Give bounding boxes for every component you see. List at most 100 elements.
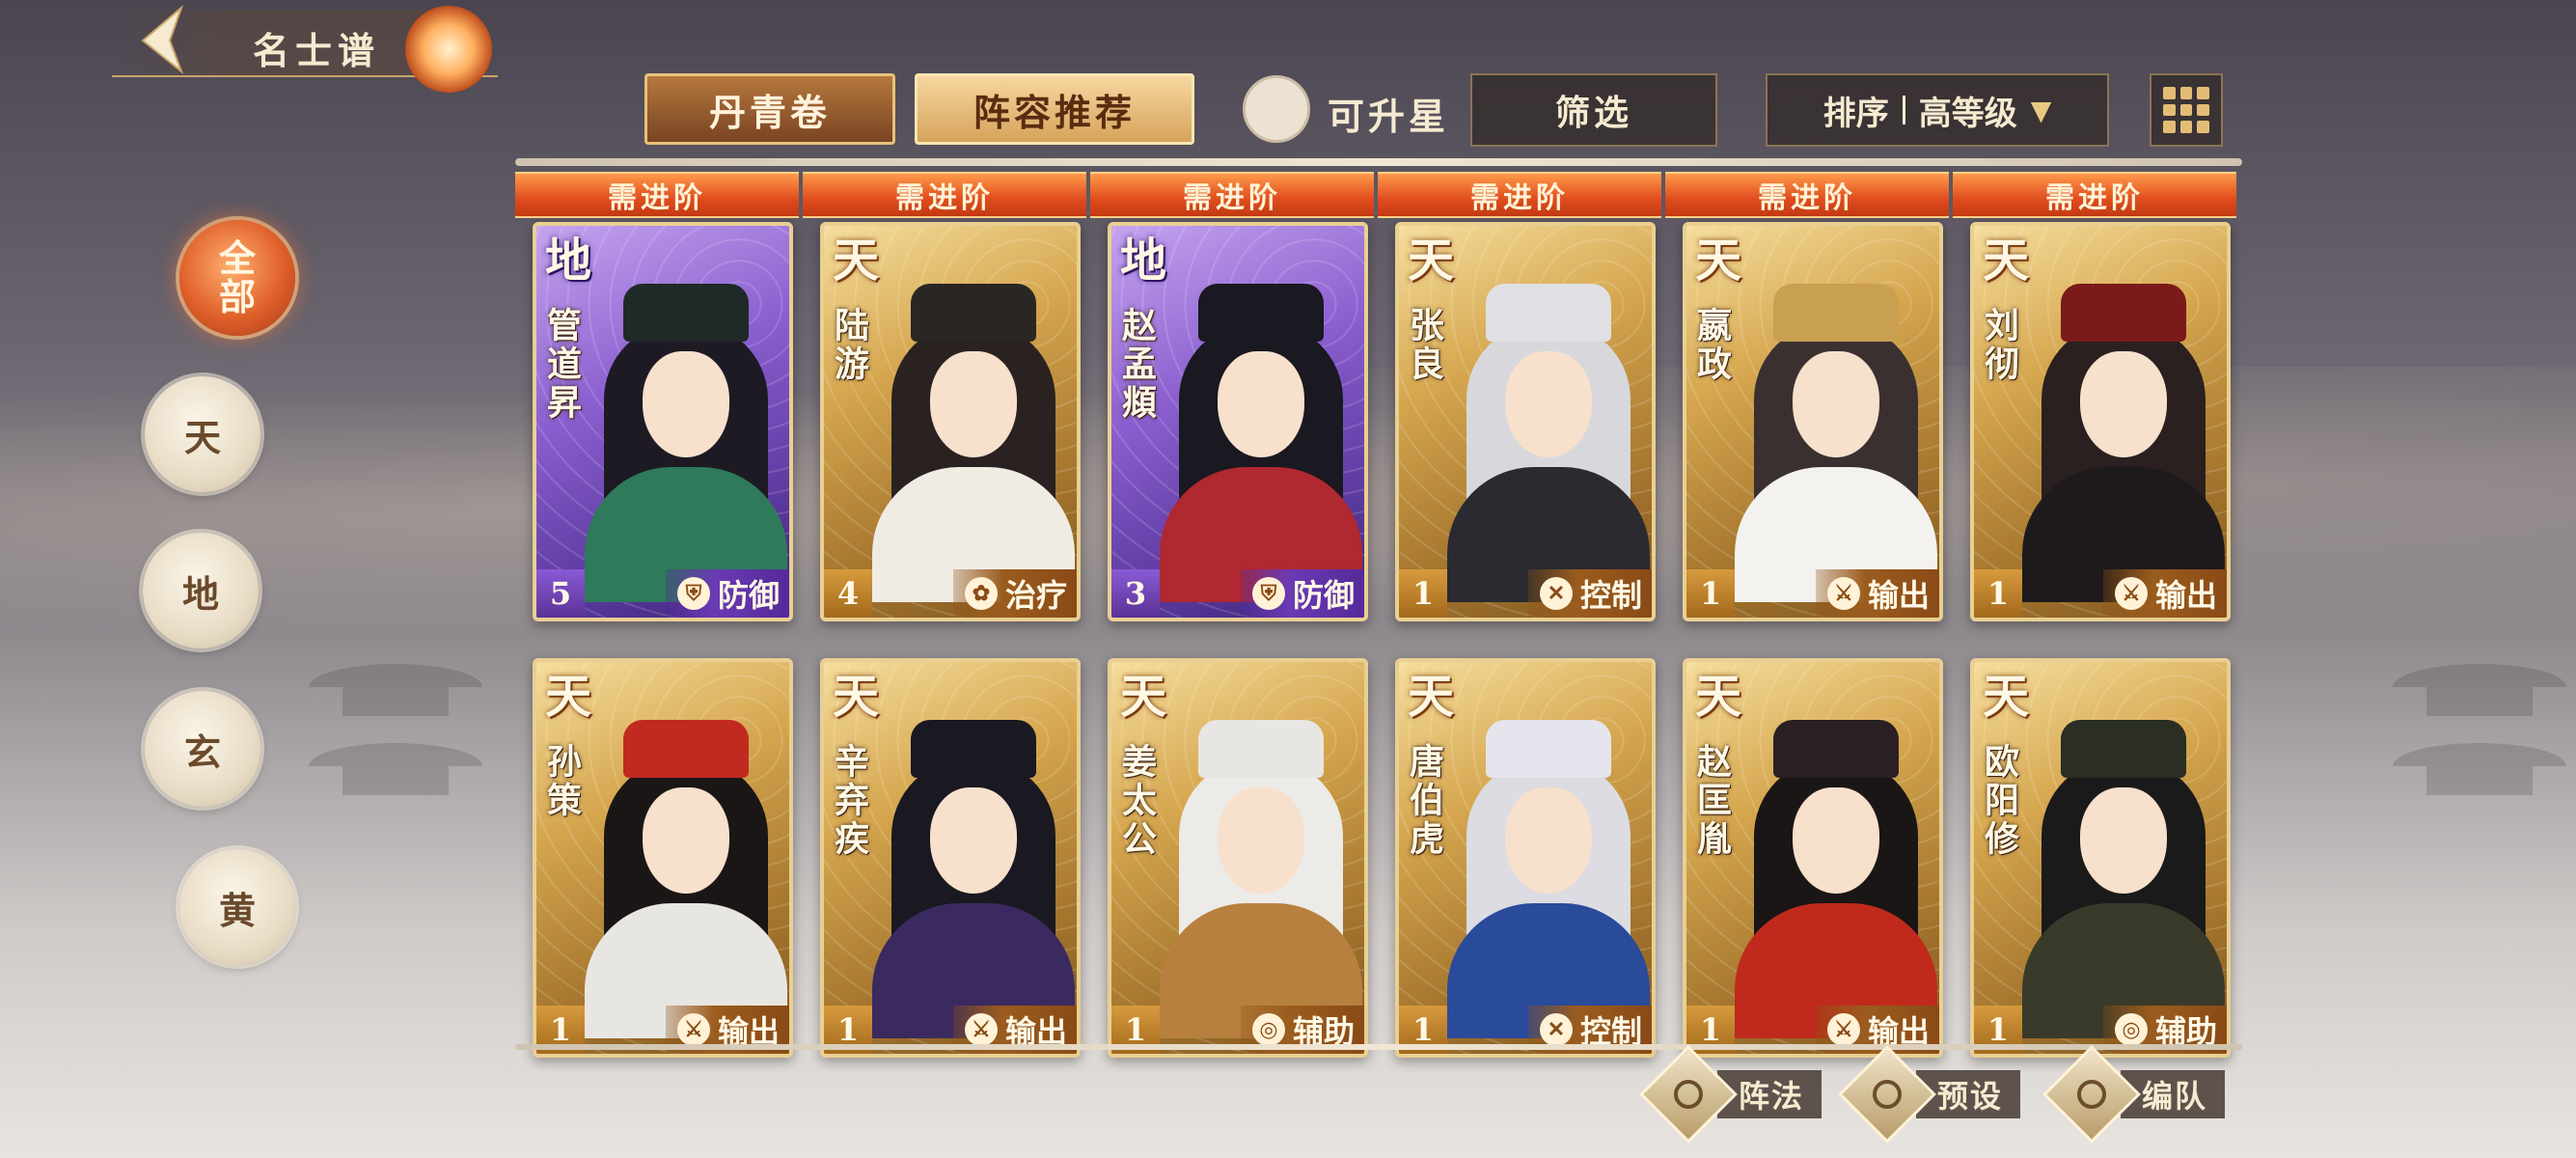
cross-swords-icon: ✕ xyxy=(1539,1013,1573,1046)
hero-portrait xyxy=(1447,284,1650,602)
sprout-icon: ✿ xyxy=(964,577,998,610)
role-label: 输出 xyxy=(2154,577,2217,614)
hero-card[interactable]: 天 张良 1 ✕ 控制 xyxy=(1395,222,1656,621)
grade-badge: 地 xyxy=(1119,234,1166,288)
hero-card[interactable]: 天 欧阳修 1 ◎ 辅助 xyxy=(1970,658,2231,1058)
role-tag: ⛨ 防御 xyxy=(1240,569,1364,618)
hero-portrait xyxy=(2022,284,2225,602)
cross-swords-icon: ✕ xyxy=(1539,577,1573,610)
category-huang[interactable]: 黄 xyxy=(179,849,295,965)
chevron-down-icon: ▼ xyxy=(2030,94,2052,126)
hero-card[interactable]: 天 嬴政 1 ⚔ 输出 xyxy=(1683,222,1943,621)
hero-card[interactable]: 地 管道昇 5 ⛨ 防御 xyxy=(533,222,793,621)
sword-icon: ⚔ xyxy=(964,1013,998,1046)
team-button[interactable]: 编队 xyxy=(2042,1045,2226,1144)
category-label: 天 xyxy=(183,415,221,459)
team-icon xyxy=(2042,1045,2141,1144)
role-label: 防御 xyxy=(1292,577,1355,614)
hero-portrait xyxy=(872,720,1075,1038)
filter-button[interactable]: 筛选 xyxy=(1470,73,1717,147)
hero-name: 辛弃疾 xyxy=(829,743,869,859)
preset-button[interactable]: 预设 xyxy=(1838,1045,2021,1144)
grade-badge: 地 xyxy=(544,234,591,288)
hero-card[interactable]: 天 陆游 4 ✿ 治疗 xyxy=(820,222,1081,621)
grade-badge: 天 xyxy=(1982,670,2029,724)
hero-card[interactable]: 天 刘彻 1 ⚔ 输出 xyxy=(1970,222,2231,621)
hero-name: 赵匡胤 xyxy=(1691,743,1732,859)
sort-label: 排序 xyxy=(1822,94,1889,133)
shield-icon: ⛨ xyxy=(676,577,710,610)
hero-name: 孙策 xyxy=(541,743,582,820)
grid-icon xyxy=(2163,87,2176,99)
grade-badge: 天 xyxy=(1982,234,2029,288)
hero-portrait xyxy=(585,720,787,1038)
category-label: 全部 xyxy=(218,236,256,318)
hero-card[interactable]: 天 孙策 1 ⚔ 输出 xyxy=(533,658,793,1058)
star-level: 5 xyxy=(536,569,585,618)
grid-bottom-rail xyxy=(515,1044,2242,1050)
hero-portrait xyxy=(1735,284,1937,602)
sort-value: 高等级 xyxy=(1918,94,2017,133)
role-tag: ✕ 控制 xyxy=(1527,569,1652,618)
star-level: 1 xyxy=(1974,569,2022,618)
background-pagoda xyxy=(309,637,482,888)
hero-card[interactable]: 天 姜太公 1 ◎ 辅助 xyxy=(1108,658,1368,1058)
hero-card[interactable]: 天 赵匡胤 1 ⚔ 输出 xyxy=(1683,658,1943,1058)
sort-dropdown[interactable]: 排序 高等级 ▼ xyxy=(1766,73,2109,147)
role-label: 控制 xyxy=(1579,577,1642,614)
danqing-button[interactable]: 丹青卷 xyxy=(644,73,895,145)
star-level: 4 xyxy=(824,569,872,618)
grade-badge: 天 xyxy=(1119,670,1166,724)
hero-name: 管道昇 xyxy=(541,307,582,423)
hero-name: 张良 xyxy=(1404,307,1444,384)
category-all[interactable]: 全部 xyxy=(179,220,295,336)
hero-name: 嬴政 xyxy=(1691,307,1732,384)
category-label: 地 xyxy=(181,571,219,616)
role-tag: ⛨ 防御 xyxy=(665,569,789,618)
upgradable-label: 可升星 xyxy=(1328,95,1450,138)
background-pagoda xyxy=(2393,637,2566,888)
hero-portrait xyxy=(872,284,1075,602)
category-xuan[interactable]: 玄 xyxy=(145,691,260,807)
hero-name: 刘彻 xyxy=(1979,307,2019,384)
role-label: 防御 xyxy=(717,577,780,614)
sword-icon: ⚔ xyxy=(2114,577,2148,610)
hero-name: 赵孟頫 xyxy=(1116,307,1157,423)
back-button[interactable] xyxy=(125,0,203,77)
role-tag: ✿ 治疗 xyxy=(952,569,1077,618)
role-label: 治疗 xyxy=(1004,577,1067,614)
star-level: 1 xyxy=(1686,569,1735,618)
advance-needed-banner: 需进阶 xyxy=(1665,172,1949,218)
hero-portrait xyxy=(585,284,787,602)
category-tian[interactable]: 天 xyxy=(145,376,260,492)
grade-badge: 天 xyxy=(1407,670,1454,724)
lineup-recommend-button[interactable]: 阵容推荐 xyxy=(915,73,1194,145)
hero-portrait xyxy=(1447,720,1650,1038)
back-arrow-icon xyxy=(141,4,184,75)
grade-badge: 天 xyxy=(544,670,591,724)
preset-icon xyxy=(1838,1045,1936,1144)
swirl-icon: ◎ xyxy=(2114,1013,2148,1046)
grade-badge: 天 xyxy=(832,234,879,288)
grade-badge: 天 xyxy=(832,670,879,724)
filter-label: 筛选 xyxy=(1554,93,1632,133)
grid-top-rail xyxy=(515,158,2242,166)
formation-button[interactable]: 阵法 xyxy=(1639,1045,1822,1144)
hero-card[interactable]: 天 唐伯虎 1 ✕ 控制 xyxy=(1395,658,1656,1058)
grade-badge: 天 xyxy=(1694,670,1741,724)
role-tag: ⚔ 输出 xyxy=(2102,569,2227,618)
grade-badge: 天 xyxy=(1694,234,1741,288)
advance-needed-banner: 需进阶 xyxy=(1378,172,1661,218)
pavilion-emblem-icon xyxy=(405,6,492,93)
hero-card[interactable]: 天 辛弃疾 1 ⚔ 输出 xyxy=(820,658,1081,1058)
sword-icon: ⚔ xyxy=(676,1013,710,1046)
category-di[interactable]: 地 xyxy=(143,533,259,648)
hero-name: 唐伯虎 xyxy=(1404,743,1444,859)
upgradable-toggle[interactable] xyxy=(1243,75,1310,143)
danqing-label: 丹青卷 xyxy=(708,90,831,134)
sword-icon: ⚔ xyxy=(1826,1013,1860,1046)
grid-view-button[interactable] xyxy=(2150,73,2223,147)
hero-card[interactable]: 地 赵孟頫 3 ⛨ 防御 xyxy=(1108,222,1368,621)
category-label: 玄 xyxy=(183,730,221,774)
category-label: 黄 xyxy=(218,888,256,932)
